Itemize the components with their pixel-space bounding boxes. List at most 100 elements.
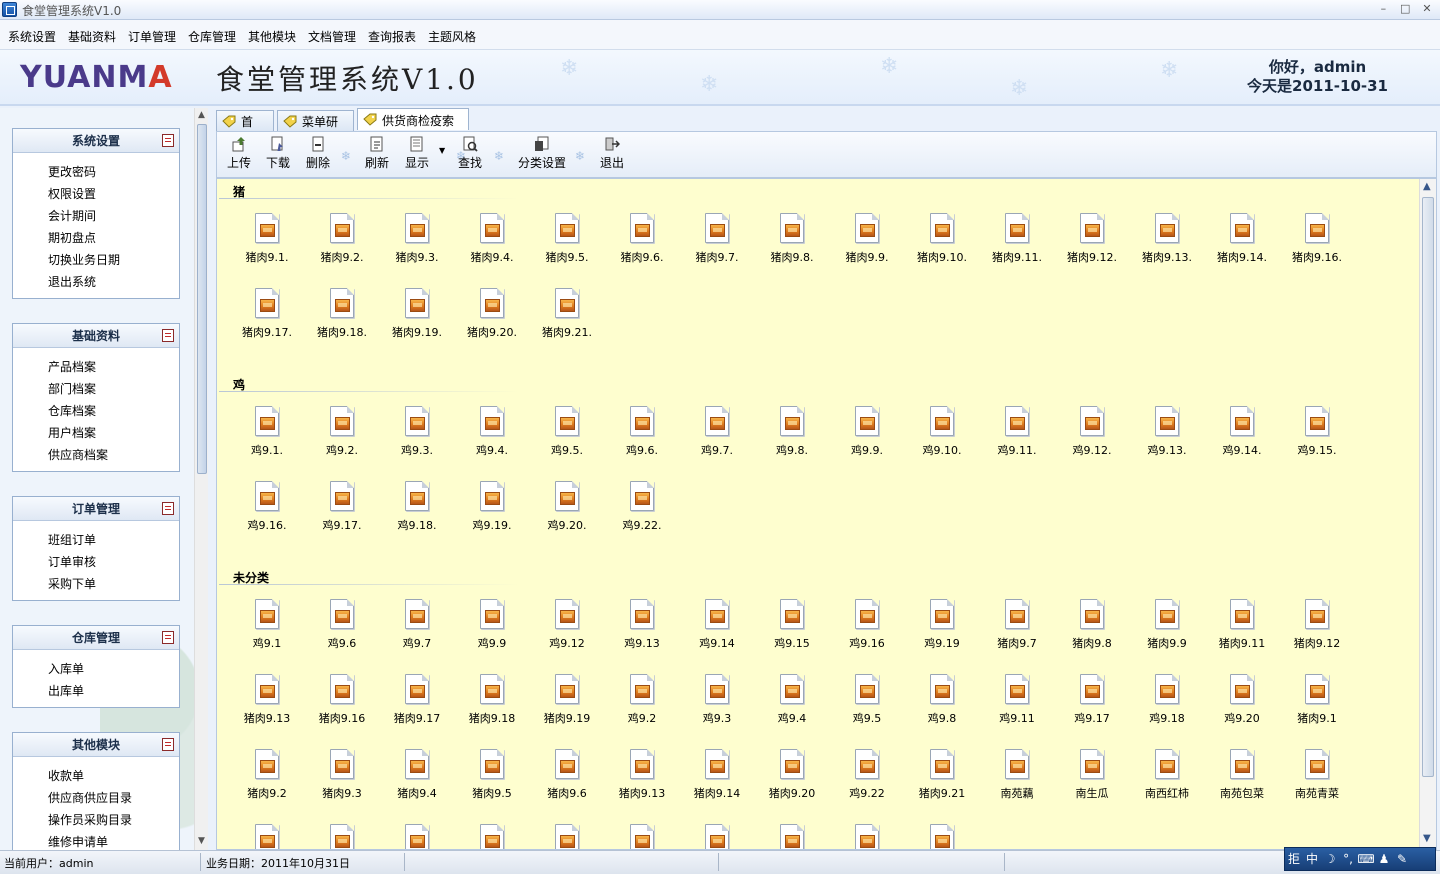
sidebar-item-order-review[interactable]: 订单审核: [13, 551, 179, 573]
sidebar-item-stock-in[interactable]: 入库单: [13, 658, 179, 680]
file-item[interactable]: 南西红柿: [1130, 749, 1204, 801]
file-item[interactable]: 猪肉9.2.: [305, 213, 379, 265]
file-item[interactable]: 猪肉9.20: [755, 749, 829, 801]
file-item[interactable]: 猪肉9.1.: [230, 213, 304, 265]
file-item[interactable]: 鸡9.12: [530, 599, 604, 651]
file-item[interactable]: 鸡9.19: [905, 599, 979, 651]
menu-query-reports[interactable]: 查询报表: [368, 28, 416, 45]
ime-user-icon[interactable]: ♟: [1375, 848, 1393, 870]
close-button[interactable]: ✕: [1418, 2, 1436, 18]
file-item[interactable]: 猪肉9.19.: [380, 288, 454, 340]
file-item[interactable]: 猪肉9.8: [1055, 599, 1129, 651]
tab-supplier-quarantine[interactable]: 供货商检疫索证: [357, 108, 469, 152]
sidebar-item-accounting-period[interactable]: 会计期间: [13, 205, 179, 227]
file-item[interactable]: 猪肉9.14.: [1205, 213, 1279, 265]
scroll-up-arrow-icon[interactable]: ▲: [198, 110, 205, 120]
file-item[interactable]: 鸡9.4.: [455, 406, 529, 458]
sidebar-item-supplier-catalog[interactable]: 供应商供应目录: [13, 787, 179, 809]
file-item[interactable]: 鸡9.20: [1205, 674, 1279, 726]
menu-order-management[interactable]: 订单管理: [128, 28, 176, 45]
file-item[interactable]: 猪肉9.3.: [380, 213, 454, 265]
file-item[interactable]: 鸡9.6.: [605, 406, 679, 458]
file-item[interactable]: 鸡9.13: [605, 599, 679, 651]
scroll-down-arrow-icon[interactable]: ▼: [1423, 833, 1431, 844]
file-item[interactable]: 鸡9.15.: [1280, 406, 1354, 458]
refresh-button[interactable]: 刷新: [365, 136, 389, 171]
file-item[interactable]: 鸡9.20.: [530, 481, 604, 533]
file-item[interactable]: 南苑藕: [980, 749, 1054, 801]
panel-header[interactable]: 订单管理: [13, 497, 179, 521]
sidebar-item-change-password[interactable]: 更改密码: [13, 161, 179, 183]
file-item[interactable]: 猪肉9.16: [305, 674, 379, 726]
file-item[interactable]: 猪肉9.17: [380, 674, 454, 726]
sidebar-item-switch-business-date[interactable]: 切换业务日期: [13, 249, 179, 271]
panel-header[interactable]: 仓库管理: [13, 626, 179, 650]
collapse-icon[interactable]: [162, 502, 174, 515]
file-item[interactable]: 鸡9.14.: [1205, 406, 1279, 458]
file-item[interactable]: [755, 824, 829, 849]
file-item[interactable]: 猪肉9.6.: [605, 213, 679, 265]
collapse-icon[interactable]: [162, 329, 174, 342]
minimize-button[interactable]: –: [1374, 2, 1392, 18]
file-item[interactable]: 猪肉9.10.: [905, 213, 979, 265]
file-item[interactable]: 猪肉9.21.: [530, 288, 604, 340]
file-item[interactable]: 猪肉9.7.: [680, 213, 754, 265]
sidebar-item-permissions[interactable]: 权限设置: [13, 183, 179, 205]
file-item[interactable]: 猪肉9.21: [905, 749, 979, 801]
ime-chinese-icon[interactable]: 中: [1303, 848, 1321, 870]
ime-moon-icon[interactable]: ☽: [1321, 848, 1339, 870]
file-item[interactable]: 鸡9.9.: [830, 406, 904, 458]
tab-menu-development[interactable]: 菜单研发: [277, 110, 354, 151]
file-item[interactable]: 鸡9.13.: [1130, 406, 1204, 458]
sidebar-item-stock-out[interactable]: 出库单: [13, 680, 179, 702]
file-item[interactable]: 猪肉9.13: [605, 749, 679, 801]
panel-header[interactable]: 基础资料: [13, 324, 179, 348]
sidebar-item-team-orders[interactable]: 班组订单: [13, 529, 179, 551]
file-item[interactable]: 猪肉9.5: [455, 749, 529, 801]
file-item[interactable]: 猪肉9.8.: [755, 213, 829, 265]
ime-keyboard-icon[interactable]: ⌨: [1357, 848, 1375, 870]
file-item[interactable]: [605, 824, 679, 849]
menu-document-management[interactable]: 文档管理: [308, 28, 356, 45]
file-item[interactable]: 鸡9.6: [305, 599, 379, 651]
file-item[interactable]: 猪肉9.12.: [1055, 213, 1129, 265]
file-item[interactable]: 鸡9.17: [1055, 674, 1129, 726]
file-item[interactable]: 猪肉9.19: [530, 674, 604, 726]
sidebar-item-product-archive[interactable]: 产品档案: [13, 356, 179, 378]
file-item[interactable]: 猪肉9.9.: [830, 213, 904, 265]
file-item[interactable]: 鸡9.5: [830, 674, 904, 726]
tab-home[interactable]: 首 页: [216, 110, 274, 151]
file-item[interactable]: 鸡9.3.: [380, 406, 454, 458]
maximize-button[interactable]: □: [1396, 2, 1414, 18]
menu-system-settings[interactable]: 系统设置: [8, 28, 56, 45]
file-item[interactable]: 鸡9.2.: [305, 406, 379, 458]
menu-warehouse-management[interactable]: 仓库管理: [188, 28, 236, 45]
file-item[interactable]: 南苑包菜: [1205, 749, 1279, 801]
file-item[interactable]: [905, 824, 979, 849]
sidebar-item-opening-stocktake[interactable]: 期初盘点: [13, 227, 179, 249]
sidebar-item-repair-request[interactable]: 维修申请单: [13, 831, 179, 850]
file-item[interactable]: 鸡9.16.: [230, 481, 304, 533]
menu-theme-style[interactable]: 主题风格: [428, 28, 476, 45]
file-item[interactable]: 南苑青菜: [1280, 749, 1354, 801]
sidebar-item-receipt[interactable]: 收款单: [13, 765, 179, 787]
file-item[interactable]: 鸡9.8.: [755, 406, 829, 458]
file-item[interactable]: [530, 824, 604, 849]
file-item[interactable]: 鸡9.19.: [455, 481, 529, 533]
file-item[interactable]: [830, 824, 904, 849]
upload-button[interactable]: 上传: [227, 136, 251, 171]
download-button[interactable]: 下载: [266, 136, 290, 171]
file-item[interactable]: 鸡9.2: [605, 674, 679, 726]
file-item[interactable]: 鸡9.18: [1130, 674, 1204, 726]
file-item[interactable]: 鸡9.22: [830, 749, 904, 801]
collapse-icon[interactable]: [162, 134, 174, 147]
file-item[interactable]: [305, 824, 379, 849]
panel-header[interactable]: 系统设置: [13, 129, 179, 153]
display-button[interactable]: 显示: [405, 136, 429, 171]
ime-punctuation-icon[interactable]: °,: [1339, 848, 1357, 870]
file-item[interactable]: 鸡9.5.: [530, 406, 604, 458]
file-item[interactable]: 鸡9.22.: [605, 481, 679, 533]
file-item[interactable]: 鸡9.1.: [230, 406, 304, 458]
menu-basic-data[interactable]: 基础资料: [68, 28, 116, 45]
ime-toolbar[interactable]: 拒中 ☽ °, ⌨ ♟ ✎: [1284, 847, 1436, 871]
